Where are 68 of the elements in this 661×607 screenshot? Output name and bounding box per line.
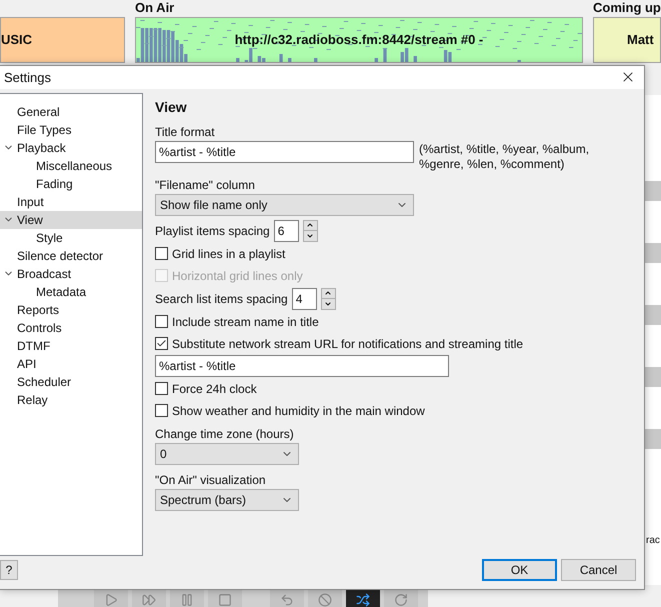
number-field[interactable]: 4 xyxy=(292,288,317,310)
spinner-label: Playlist items spacing xyxy=(155,222,270,240)
playlist-text: rac xyxy=(646,534,660,548)
help-button[interactable]: ? xyxy=(0,560,18,580)
dialog-button[interactable]: Cancel xyxy=(561,559,636,582)
tree-item[interactable]: Fading xyxy=(0,174,142,193)
toolbar-icon xyxy=(280,593,294,607)
dropdown[interactable]: Spectrum (bars) xyxy=(155,488,299,511)
tree-item[interactable]: Silence detector xyxy=(0,246,142,265)
dialog-button[interactable]: OK xyxy=(482,559,557,582)
field-label: "Filename" column xyxy=(155,176,256,194)
tree-item[interactable]: Miscellaneous xyxy=(0,156,142,175)
playback-icon xyxy=(218,593,232,607)
checkbox-label: Horizontal grid lines only xyxy=(172,268,303,285)
tree-item[interactable]: File Types xyxy=(0,120,142,139)
checkbox[interactable] xyxy=(155,337,168,350)
tree-item[interactable]: View xyxy=(0,210,142,229)
spin-buttons[interactable] xyxy=(320,288,336,310)
checkbox-label: Substitute network stream URL for notifications and streaming title xyxy=(172,336,524,353)
spin-buttons[interactable] xyxy=(302,220,318,242)
checkbox[interactable] xyxy=(155,382,168,396)
playback-icon xyxy=(142,593,156,607)
field-label: "On Air" visualization xyxy=(155,472,267,489)
toolbar-icon xyxy=(356,593,370,607)
playback-icon xyxy=(180,593,194,607)
tree-item[interactable]: DTMF xyxy=(0,336,142,355)
tree-item[interactable]: Broadcast xyxy=(0,264,142,283)
checkbox-label: Grid lines in a playlist xyxy=(172,246,286,263)
checkbox[interactable] xyxy=(155,404,168,418)
toolbar-icon xyxy=(318,593,332,607)
format-hint: (%artist, %title, %year, %album, %genre, %len, %comment) xyxy=(419,140,590,172)
dropdown[interactable]: Show file name only xyxy=(155,194,414,216)
playlist-row xyxy=(645,305,661,325)
tree-item[interactable]: Controls xyxy=(0,318,142,337)
text-field[interactable]: %artist - %title xyxy=(155,354,449,377)
tree-item[interactable]: General xyxy=(0,102,142,121)
playlist-row xyxy=(645,181,661,201)
checkbox-label: Include stream name in title xyxy=(172,314,319,331)
toolbar-icon xyxy=(394,593,408,607)
next-track-panel: Matt xyxy=(593,17,661,63)
dropdown[interactable]: 0 xyxy=(155,442,299,465)
on-air-label: On Air xyxy=(135,0,176,16)
on-air-panel: http://c32.radioboss.fm:8442/stream #0 - xyxy=(135,17,583,63)
tree-item[interactable]: Input xyxy=(0,192,142,211)
checkbox-label: Force 24h clock xyxy=(172,380,257,398)
tree-item[interactable]: Scheduler xyxy=(0,372,142,391)
field-label: Title format xyxy=(155,124,216,141)
field-label: Change time zone (hours) xyxy=(155,426,295,443)
playback-icon xyxy=(104,593,118,607)
playlist-row xyxy=(645,243,661,263)
tree-item[interactable]: Relay xyxy=(0,390,142,409)
previous-track-panel: USIC xyxy=(0,17,125,63)
number-field[interactable]: 6 xyxy=(274,220,299,242)
spinner-label: Search list items spacing xyxy=(155,290,288,308)
playlist-row xyxy=(645,429,661,449)
playlist-row xyxy=(645,367,661,387)
tree-item[interactable]: Metadata xyxy=(0,282,142,301)
tree-item[interactable]: Playback xyxy=(0,138,142,157)
checkbox[interactable] xyxy=(155,315,168,328)
window-title: Settings xyxy=(4,68,51,87)
section-heading: View xyxy=(155,98,188,116)
checkbox[interactable] xyxy=(155,247,168,260)
coming-up-label: Coming up xyxy=(593,0,661,17)
text-field[interactable]: %artist - %title xyxy=(155,140,414,163)
checkbox-label: Show weather and humidity in the main window xyxy=(172,402,425,420)
tree-item[interactable]: Style xyxy=(0,228,142,247)
tree-item[interactable]: API xyxy=(0,354,142,373)
tree-item[interactable]: Reports xyxy=(0,300,142,319)
